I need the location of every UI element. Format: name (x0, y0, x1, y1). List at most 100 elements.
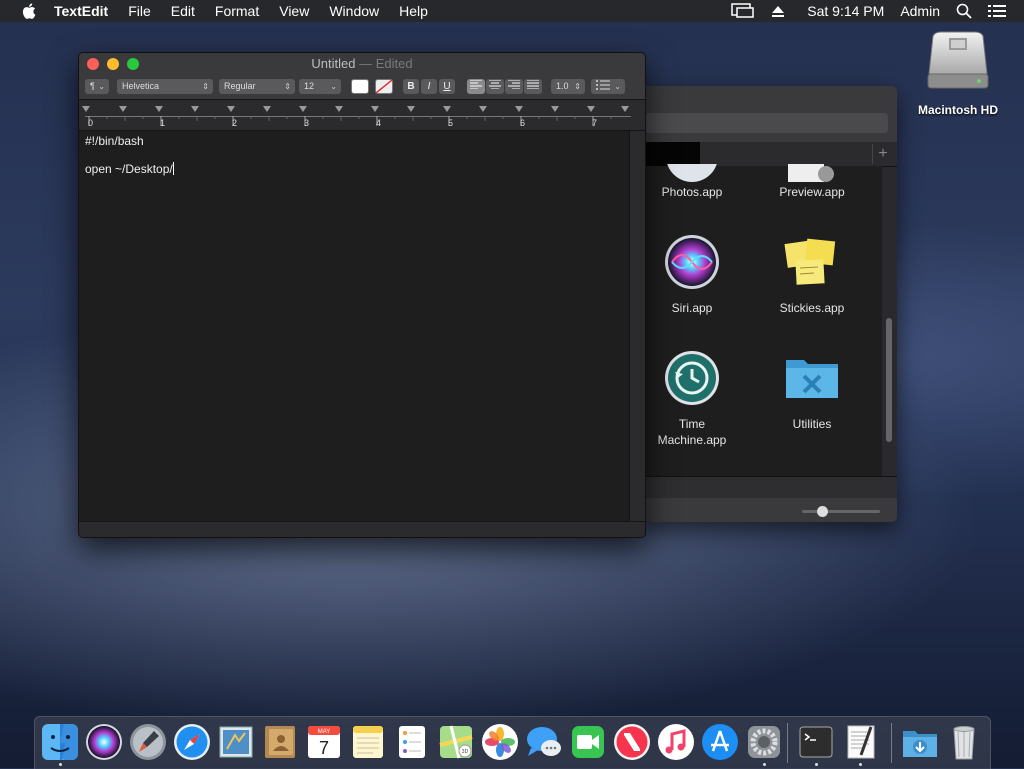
slider-knob[interactable] (817, 506, 828, 517)
window-title-bar[interactable]: Untitled — Edited (79, 53, 645, 75)
safari-icon[interactable] (173, 723, 211, 761)
menu-user[interactable]: Admin (900, 3, 940, 19)
zoom-button[interactable] (127, 58, 139, 70)
menu-app-name[interactable]: TextEdit (48, 3, 118, 19)
minimize-button[interactable] (107, 58, 119, 70)
font-size-combo[interactable]: 12 ⌄ (299, 79, 341, 94)
right-margin-marker[interactable] (621, 106, 629, 112)
utilities-folder-icon (786, 360, 838, 398)
finder-item-time-machine[interactable]: Time Machine.app (640, 350, 747, 448)
trash-icon[interactable] (945, 723, 983, 761)
siri-icon[interactable] (85, 723, 123, 761)
finder-item-siri[interactable]: Siri.app (640, 234, 747, 316)
ruler-number: 2 (232, 118, 238, 128)
tab-stop[interactable] (371, 106, 379, 112)
vertical-scrollbar[interactable] (629, 131, 645, 521)
updown-arrows-icon: ⇕ (574, 82, 581, 91)
finder-item-photos[interactable]: Photos.app (640, 164, 747, 200)
tab-stop[interactable] (551, 106, 559, 112)
itunes-icon[interactable] (657, 723, 695, 761)
photos-icon[interactable] (481, 723, 519, 761)
menu-view[interactable]: View (269, 3, 319, 19)
tab-stop[interactable] (515, 106, 523, 112)
tab-stop[interactable] (335, 106, 343, 112)
menu-format[interactable]: Format (205, 3, 269, 19)
launchpad-icon[interactable] (129, 723, 167, 761)
list-style-popup[interactable]: ⌄ (591, 79, 625, 94)
finder-item-stickies[interactable]: Stickies.app (757, 234, 867, 316)
system-preferences-icon[interactable] (745, 723, 783, 761)
maps-icon[interactable]: 3D (437, 723, 475, 761)
tab-stop[interactable] (119, 106, 127, 112)
desktop-item-macintosh-hd[interactable]: Macintosh HD (912, 30, 1004, 117)
bold-button[interactable]: B (403, 79, 419, 94)
italic-button[interactable]: I (421, 79, 437, 94)
updown-arrows-icon: ⇕ (284, 82, 291, 91)
ruler[interactable]: 0 1 2 3 4 5 6 7 (79, 100, 645, 131)
running-indicator (763, 763, 766, 766)
spotlight-icon[interactable] (956, 3, 972, 19)
dock-separator (787, 723, 788, 763)
notes-icon[interactable] (349, 723, 387, 761)
font-family-popup[interactable]: Helvetica ⇕ (117, 79, 213, 94)
calendar-icon[interactable]: MAY 7 (305, 723, 343, 761)
icon-size-slider[interactable] (802, 506, 880, 517)
tab-stop[interactable] (227, 106, 235, 112)
reminders-icon[interactable] (393, 723, 431, 761)
menu-edit[interactable]: Edit (161, 3, 205, 19)
display-mirroring-icon[interactable] (731, 3, 755, 19)
finder-icon[interactable] (41, 723, 79, 761)
tab-stop[interactable] (443, 106, 451, 112)
tab-stop[interactable] (479, 106, 487, 112)
eject-icon[interactable] (771, 4, 785, 18)
finder-search-field[interactable] (644, 113, 888, 133)
terminal-icon[interactable] (797, 723, 835, 761)
background-color-well[interactable] (375, 79, 393, 94)
align-left-button[interactable] (467, 79, 485, 94)
menu-window[interactable]: Window (319, 3, 389, 19)
line-spacing-popup[interactable]: 1.0 ⇕ (551, 79, 585, 94)
menu-help[interactable]: Help (389, 3, 438, 19)
paragraph-style-label: ¶ (90, 81, 95, 91)
left-margin-marker[interactable] (82, 106, 90, 112)
finder-scrollbar[interactable] (886, 318, 892, 442)
tab-stop[interactable] (299, 106, 307, 112)
tab-stop[interactable] (263, 106, 271, 112)
svg-text:3D: 3D (462, 749, 469, 755)
align-center-button[interactable] (486, 79, 504, 94)
ruler-number: 0 (88, 118, 94, 128)
finder-item-utilities[interactable]: Utilities (757, 350, 867, 432)
align-right-button[interactable] (505, 79, 523, 94)
downloads-folder-icon[interactable] (901, 723, 939, 761)
app-store-icon[interactable] (701, 723, 739, 761)
contacts-icon[interactable] (261, 723, 299, 761)
facetime-icon[interactable] (569, 723, 607, 761)
tab-stop[interactable] (155, 106, 163, 112)
finder-item-label: Preview.app (779, 185, 845, 199)
textedit-icon[interactable] (841, 723, 879, 761)
text-color-well[interactable] (351, 79, 369, 94)
horizontal-scrollbar[interactable] (79, 521, 645, 537)
tab-stop[interactable] (407, 106, 415, 112)
new-tab-button[interactable]: + (872, 144, 893, 164)
finder-status-bar (640, 498, 897, 522)
tab-stop[interactable] (191, 106, 199, 112)
justify-button[interactable] (524, 79, 542, 94)
paragraph-style-popup[interactable]: ¶ ⌄ (85, 79, 109, 94)
messages-icon[interactable] (525, 723, 563, 761)
finder-tab[interactable] (646, 142, 700, 166)
underline-button[interactable]: U (439, 79, 455, 94)
menu-clock[interactable]: Sat 9:14 PM (807, 3, 884, 19)
close-button[interactable] (87, 58, 99, 70)
tab-stop[interactable] (587, 106, 595, 112)
title-separator: — (355, 56, 376, 71)
font-style-popup[interactable]: Regular ⇕ (219, 79, 295, 94)
ruler-number: 4 (376, 118, 382, 128)
news-icon[interactable] (613, 723, 651, 761)
apple-icon[interactable] (20, 3, 38, 19)
notification-center-icon[interactable] (988, 4, 1006, 18)
finder-item-preview[interactable]: Preview.app (757, 164, 867, 200)
document-text-area[interactable]: #!/bin/bash open ~/Desktop/ (79, 131, 629, 521)
menu-file[interactable]: File (118, 3, 161, 19)
mail-icon[interactable] (217, 723, 255, 761)
